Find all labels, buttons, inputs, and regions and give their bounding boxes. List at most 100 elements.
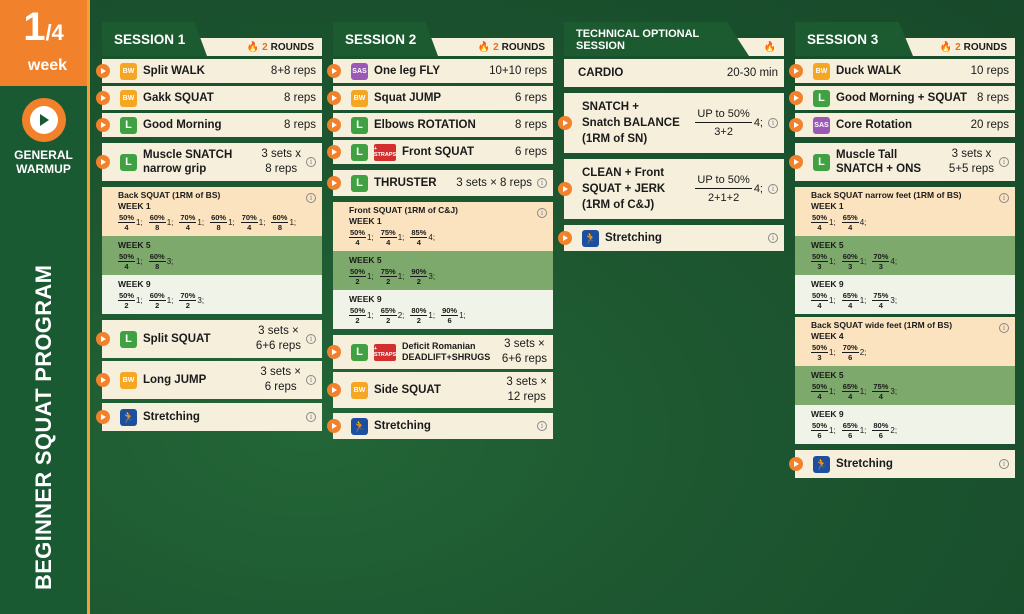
play-icon[interactable] [558,182,572,196]
bodyweight-icon: BW [351,89,368,107]
play-icon[interactable] [327,145,341,159]
info-icon[interactable]: i [768,233,778,243]
fire-icon: 🔥 [246,41,260,53]
session-2-column: 🔥 2 ROUNDS SESSION 2 SAS One leg FLY 10+10 r… [327,22,553,442]
cardio-row[interactable]: CARDIO 20-30 min [564,59,784,87]
info-icon[interactable]: i [768,118,778,128]
general-warmup-button[interactable]: GENERAL WARMUP [0,98,87,176]
play-icon[interactable] [96,155,110,169]
l-icon: L [813,89,830,107]
percentage-fraction: 65% 4 4; [841,213,867,232]
percentage-fraction: 70% 4 1; [240,213,266,232]
l-icon: L [120,330,137,348]
exercise-row[interactable]: SAS One leg FLY 10+10 reps [327,59,553,83]
info-icon[interactable]: i [999,193,1009,203]
play-icon[interactable] [96,118,110,132]
play-icon[interactable] [327,64,341,78]
l-icon: L [351,116,368,134]
bodyweight-icon: BW [120,89,137,107]
play-icon[interactable] [327,118,341,132]
play-icon[interactable] [96,64,110,78]
percentage-fraction: 60% 8 3; [148,252,174,271]
session-3-column: 🔥 2 ROUNDS SESSION 3 BW Duck WALK 10 reps LG… [789,22,1015,481]
week-label: week [27,57,68,74]
play-icon[interactable] [789,91,803,105]
exercise-row[interactable]: L Split SQUAT 3 sets × 6+6 reps i [96,320,322,358]
play-icon[interactable] [327,419,341,433]
stretching-row[interactable]: 🏃 Stretching i [789,450,1015,478]
info-icon[interactable]: i [306,157,316,167]
week-indicator: 1/4 week [0,0,87,86]
exercise-row[interactable]: L + STRAPS Deficit Romanian DEADLIFT+SHRUGS… [327,335,553,369]
back-squat-narrow-block: Back SQUAT narrow feet (1RM of BS) WEEK … [795,187,1015,314]
info-icon[interactable]: i [999,323,1009,333]
exercise-row[interactable]: SAS Core Rotation 20 reps [789,113,1015,137]
stretching-icon: 🏃 [351,417,368,435]
percentage-fraction: 60% 8 1; [271,213,297,232]
play-icon[interactable] [96,332,110,346]
stretching-icon: 🏃 [582,229,599,247]
percentage-fraction: 50% 2 1; [349,267,374,286]
percentage-fraction: 60% 8 1; [148,213,174,232]
exercise-row[interactable]: L Elbows ROTATION 8 reps [327,113,553,137]
percentage-fraction: 50% 4 1; [118,252,143,271]
percentage-fraction: 50% 3 1; [811,343,836,362]
bodyweight-icon: BW [351,381,368,399]
exercise-row[interactable]: BW Long JUMP 3 sets × 6 reps i [96,361,322,399]
percentage-fraction: 60% 2 1; [148,291,174,310]
play-icon[interactable] [96,91,110,105]
percentage-fraction: 65% 4 1; [841,382,867,401]
exercise-row[interactable]: CLEAN + Front SQUAT + JERK (1RM of C&J) UP … [558,159,784,219]
exercise-row[interactable]: BW Squat JUMP 6 reps [327,86,553,110]
stretching-row[interactable]: 🏃 Stretching i [96,403,322,431]
play-icon[interactable] [789,118,803,132]
play-icon[interactable] [96,373,110,387]
percentage-fraction: 50% 3 1; [811,252,836,271]
play-icon[interactable] [558,116,572,130]
play-icon[interactable] [327,176,341,190]
percentage-fraction: 50% 4 1; [811,291,836,310]
play-icon[interactable] [789,64,803,78]
straps-icon: + STRAPS [374,143,396,161]
play-icon[interactable] [789,457,803,471]
percentage-fraction: 50% 4 1; [118,213,143,232]
exercise-row[interactable]: L THRUSTER 3 sets × 8 reps i [327,170,553,196]
exercise-row[interactable]: SNATCH + Snatch BALANCE (1RM of SN) UP to 5… [558,93,784,153]
info-icon[interactable]: i [306,375,316,385]
info-icon[interactable]: i [537,178,547,188]
info-icon[interactable]: i [999,157,1009,167]
exercise-row[interactable]: L Muscle Tall SNATCH + ONS 3 sets x 5+5 reps… [789,143,1015,181]
exercise-row[interactable]: L + STRAPS Front SQUAT 6 reps [327,140,553,164]
play-icon[interactable] [789,155,803,169]
exercise-row[interactable]: BW Duck WALK 10 reps [789,59,1015,83]
info-icon[interactable]: i [999,459,1009,469]
play-icon[interactable] [327,91,341,105]
exercise-row[interactable]: BW Side SQUAT 3 sets × 12 reps [327,372,553,408]
info-icon[interactable]: i [306,193,316,203]
exercise-row[interactable]: L Good Morning 8 reps [96,113,322,137]
play-icon[interactable] [558,231,572,245]
exercise-row[interactable]: L Good Morning + SQUAT 8 reps [789,86,1015,110]
play-icon[interactable] [96,410,110,424]
info-icon[interactable]: i [537,208,547,218]
info-icon[interactable]: i [537,421,547,431]
percentage-fraction: 50% 4 1; [349,228,374,247]
info-icon[interactable]: i [768,184,778,194]
info-icon[interactable]: i [306,334,316,344]
play-icon[interactable] [327,383,341,397]
exercise-row[interactable]: L Muscle SNATCH narrow grip 3 sets x8 reps i [96,143,322,181]
info-icon[interactable]: i [306,412,316,422]
exercise-row[interactable]: BW Split WALK 8+8 reps [96,59,322,83]
percentage-fraction: 80% 2 1; [410,306,436,325]
l-icon: L [351,343,368,361]
bodyweight-icon: BW [120,62,137,80]
exercise-row[interactable]: BW Gakk SQUAT 8 reps [96,86,322,110]
percentage-fraction: 50% 6 1; [811,421,836,440]
program-title: BEGINNER SQUAT PROGRAM [31,264,56,590]
play-icon[interactable] [21,98,66,142]
stretching-row[interactable]: 🏃 Stretching i [327,413,553,439]
stretching-row[interactable]: 🏃 Stretching i [558,225,784,251]
percentage-fraction: 50% 2 1; [118,291,143,310]
l-icon: L [120,116,137,134]
play-icon[interactable] [327,345,341,359]
